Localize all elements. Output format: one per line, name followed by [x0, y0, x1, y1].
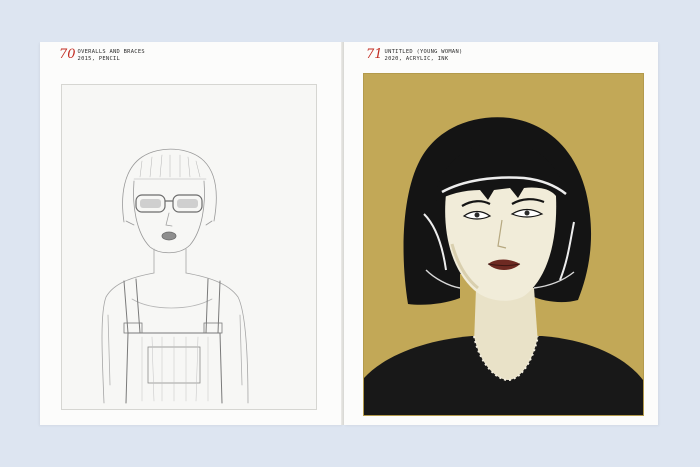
left-caption: 70 OVERALLS AND BRACES 2015, PENCIL — [59, 48, 145, 63]
artwork-details: 2020, ACRYLIC, INK — [384, 56, 449, 62]
pencil-sketch-artwork — [61, 84, 317, 410]
plate-number: 71 — [366, 47, 383, 62]
left-page: 70 OVERALLS AND BRACES 2015, PENCIL — [40, 42, 343, 425]
right-page: 71 UNTITLED (YOUNG WOMAN) 2020, ACRYLIC,… — [344, 42, 658, 425]
painted-portrait-artwork — [363, 73, 644, 416]
book-spread: 70 OVERALLS AND BRACES 2015, PENCIL 71 U… — [40, 42, 658, 425]
artwork-title: OVERALLS AND BRACES — [77, 49, 145, 55]
plate-number: 70 — [59, 47, 76, 62]
artwork-title: UNTITLED (YOUNG WOMAN) — [384, 49, 463, 55]
artwork-details: 2015, PENCIL — [77, 56, 121, 62]
right-caption: 71 UNTITLED (YOUNG WOMAN) 2020, ACRYLIC,… — [366, 48, 463, 63]
